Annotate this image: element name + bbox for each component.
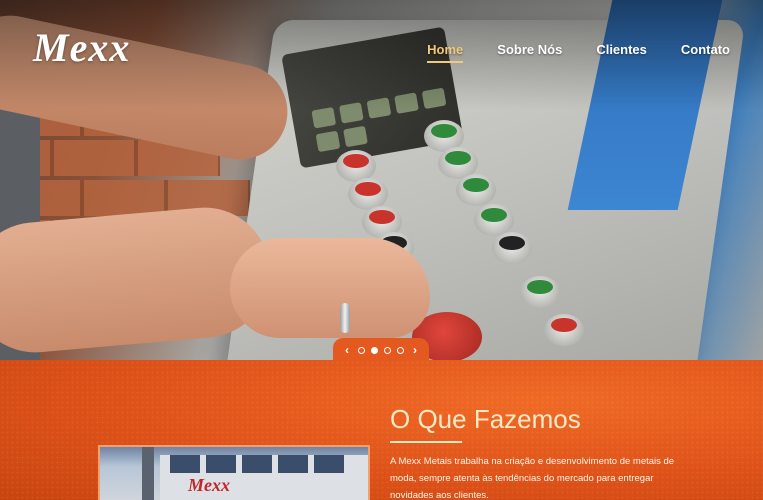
- chevron-left-icon[interactable]: ‹: [342, 343, 352, 357]
- slider-dot-4[interactable]: [397, 346, 404, 354]
- nav-item-clientes[interactable]: Clientes: [596, 42, 647, 57]
- panel-button: [492, 232, 532, 264]
- site-logo[interactable]: Mexx: [33, 24, 130, 71]
- slider-dot-2[interactable]: [371, 346, 378, 354]
- section-description: A Mexx Metais trabalha na criação e dese…: [390, 456, 675, 500]
- slider-dot-3[interactable]: [384, 346, 391, 354]
- section-title: O Que Fazemos: [390, 404, 581, 434]
- nav-item-contato[interactable]: Contato: [681, 42, 730, 57]
- panel-button: [456, 174, 496, 206]
- panel-button: [544, 314, 584, 346]
- panel-button: [520, 276, 560, 308]
- slider-dot-1[interactable]: [358, 346, 365, 354]
- nav-item-sobre-nos[interactable]: Sobre Nós: [497, 42, 562, 57]
- main-nav: Home Sobre Nós Clientes Contato: [427, 42, 730, 63]
- nav-item-home[interactable]: Home: [427, 42, 464, 63]
- chevron-right-icon[interactable]: ›: [410, 343, 420, 357]
- title-underline: [390, 441, 462, 443]
- ring: [340, 303, 350, 333]
- building-sign: Mexx: [188, 475, 230, 495]
- hand: [230, 238, 430, 338]
- slider-controls: ‹ ›: [333, 338, 429, 362]
- company-building-photo: Mexx: [98, 445, 370, 500]
